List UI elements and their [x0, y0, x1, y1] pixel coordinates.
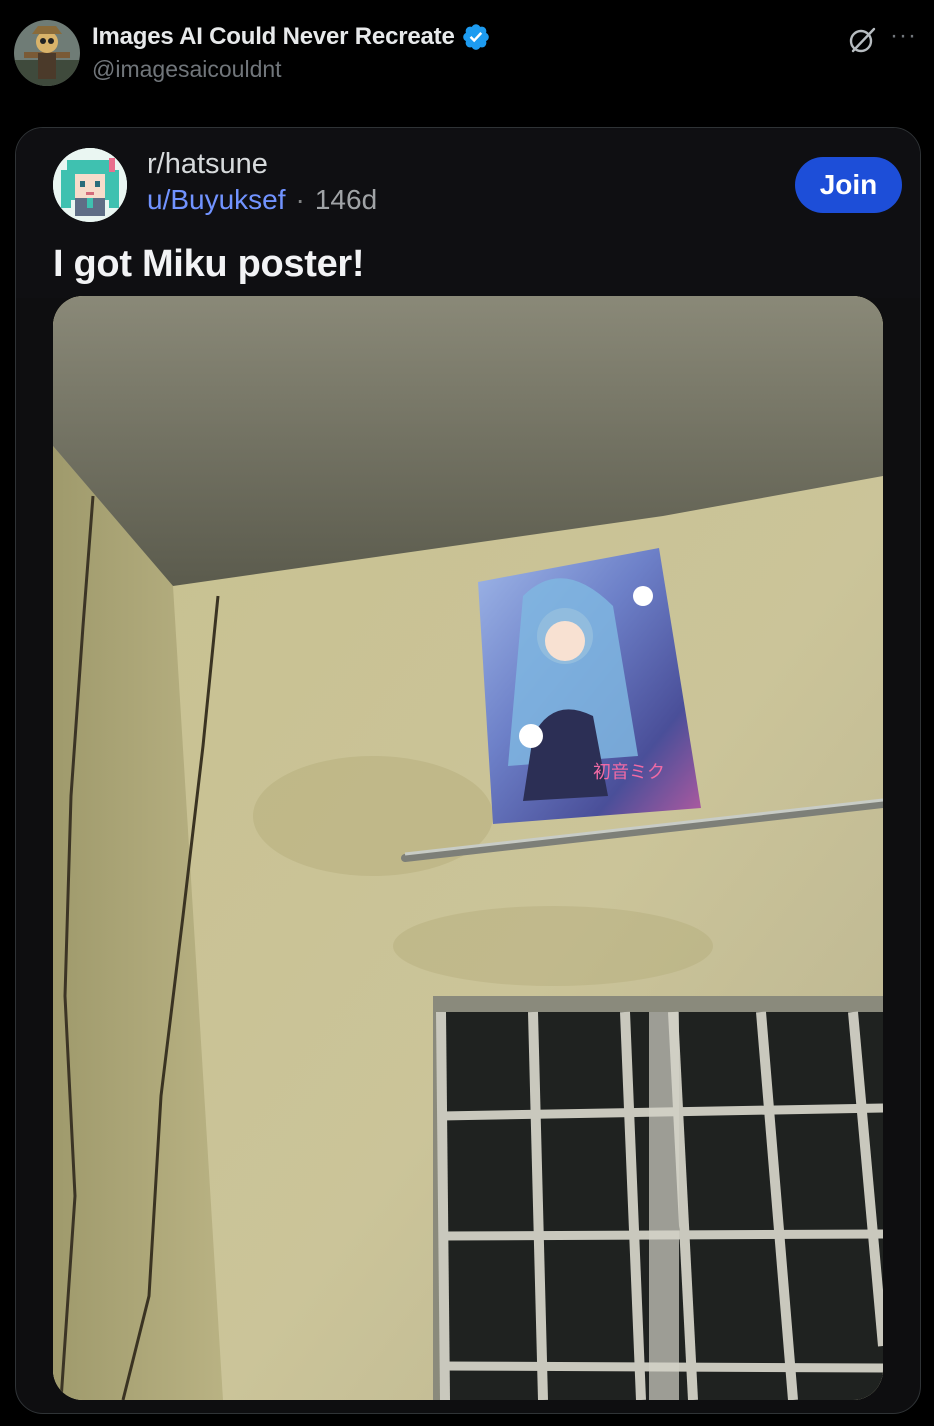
verified-badge-icon [462, 24, 489, 50]
pixel-miku-avatar-icon [53, 148, 127, 222]
post-photo[interactable]: 初音ミク [53, 296, 883, 1400]
subreddit-name[interactable]: r/hatsune [147, 148, 268, 181]
author-display-name[interactable]: Images AI Could Never Recreate [92, 23, 455, 51]
post-title[interactable]: I got Miku poster! [53, 243, 365, 286]
more-options-icon[interactable]: ··· [890, 22, 917, 50]
embedded-post-card[interactable]: r/hatsune u/Buyuksef · 146d Join I got M… [15, 127, 921, 1414]
author-info: Images AI Could Never Recreate @imagesai… [92, 22, 491, 83]
meta-separator: · [295, 184, 305, 215]
post-age: 146d [314, 184, 378, 215]
author-handle[interactable]: @imagesaicouldnt [92, 56, 491, 83]
scarecrow-avatar-icon [14, 20, 80, 86]
post-username[interactable]: u/Buyuksef [147, 184, 286, 216]
author-name-row: Images AI Could Never Recreate [92, 22, 491, 52]
join-button[interactable]: Join [795, 157, 902, 213]
subreddit-avatar[interactable] [53, 148, 127, 222]
author-avatar[interactable] [14, 20, 80, 86]
post-meta: u/Buyuksef · 146d [147, 184, 377, 216]
room-photo-image: 初音ミク [53, 296, 883, 1400]
poster-title-text: 初音ミク [593, 762, 665, 783]
grok-icon[interactable] [846, 24, 878, 56]
